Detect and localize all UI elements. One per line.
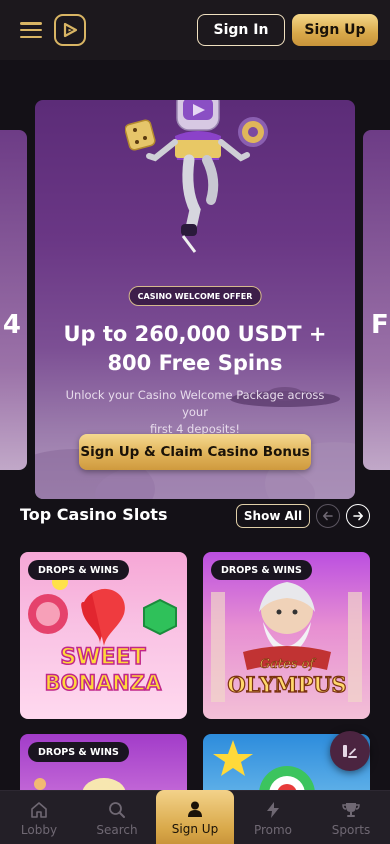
sweet-logo-line-1: SWEET [60, 645, 145, 670]
drops-wins-tag: DROPS & WINS [28, 742, 129, 762]
bolt-icon [263, 800, 283, 820]
slots-prev-button[interactable] [316, 504, 340, 528]
section-title: Top Casino Slots [20, 505, 168, 524]
nav-sports[interactable]: Sports [312, 791, 390, 844]
hero-promo-card[interactable]: CASINO WELCOME OFFER Up to 260,000 USDT … [35, 100, 355, 499]
arrow-right-icon [353, 511, 363, 521]
play-logo-icon [63, 22, 78, 38]
home-icon [29, 800, 49, 820]
nav-sign-up[interactable]: Sign Up [156, 790, 234, 844]
bottom-navigation: Lobby Search Sign Up Promo Sports [0, 790, 390, 844]
next-slide-text: F [371, 310, 389, 340]
sweet-logo-line-2: BONANZA [45, 671, 162, 695]
slots-next-button[interactable] [346, 504, 370, 528]
show-all-button[interactable]: Show All [236, 504, 310, 528]
brand-logo[interactable] [54, 14, 86, 46]
olympus-logo-line-1: Gates of [260, 657, 317, 672]
nav-promo[interactable]: Promo [234, 791, 312, 844]
support-chat-button[interactable] [330, 731, 370, 771]
nav-lobby[interactable]: Lobby [0, 791, 78, 844]
arrow-left-icon [323, 511, 333, 521]
sign-in-button[interactable]: Sign In [197, 14, 285, 46]
hero-title: Up to 260,000 USDT + 800 Free Spins [35, 320, 355, 378]
hero-subtitle: Unlock your Casino Welcome Package acros… [55, 387, 335, 438]
sign-up-button[interactable]: Sign Up [292, 14, 378, 46]
chat-support-icon [343, 745, 357, 758]
welcome-offer-badge: CASINO WELCOME OFFER [128, 286, 262, 306]
prev-slide-text: 4 [2, 310, 21, 340]
hero-title-line-2: 800 Free Spins [107, 351, 283, 375]
hero-subtitle-line-1: Unlock your Casino Welcome Package acros… [65, 388, 325, 419]
carousel-next-slide[interactable]: F [363, 130, 390, 470]
trophy-icon [341, 800, 361, 820]
drops-wins-tag: DROPS & WINS [211, 560, 312, 580]
nav-sign-up-label: Sign Up [171, 822, 219, 836]
game-tile-sweet-bonanza[interactable]: DROPS & WINS SWEET BONANZA [20, 552, 187, 719]
claim-bonus-button[interactable]: Sign Up & Claim Casino Bonus [79, 434, 311, 470]
nav-promo-label: Promo [253, 822, 293, 837]
nav-lobby-label: Lobby [20, 822, 58, 837]
astronaut-mascot-icon [125, 100, 268, 253]
top-header: Sign In Sign Up [0, 0, 390, 60]
olympus-logo-line-2: OLYMPUS [227, 672, 346, 697]
nav-sports-label: Sports [331, 822, 371, 837]
game-tile-gates-of-olympus[interactable]: DROPS & WINS Gates of OLYMPUS [203, 552, 370, 719]
carousel-prev-slide[interactable]: 4 [0, 130, 27, 470]
search-icon [107, 800, 127, 820]
nav-search[interactable]: Search [78, 791, 156, 844]
user-icon [185, 799, 205, 819]
nav-search-label: Search [96, 822, 138, 837]
drops-wins-tag: DROPS & WINS [28, 560, 129, 580]
hero-title-line-1: Up to 260,000 USDT + [63, 322, 327, 346]
menu-icon[interactable] [20, 22, 42, 38]
